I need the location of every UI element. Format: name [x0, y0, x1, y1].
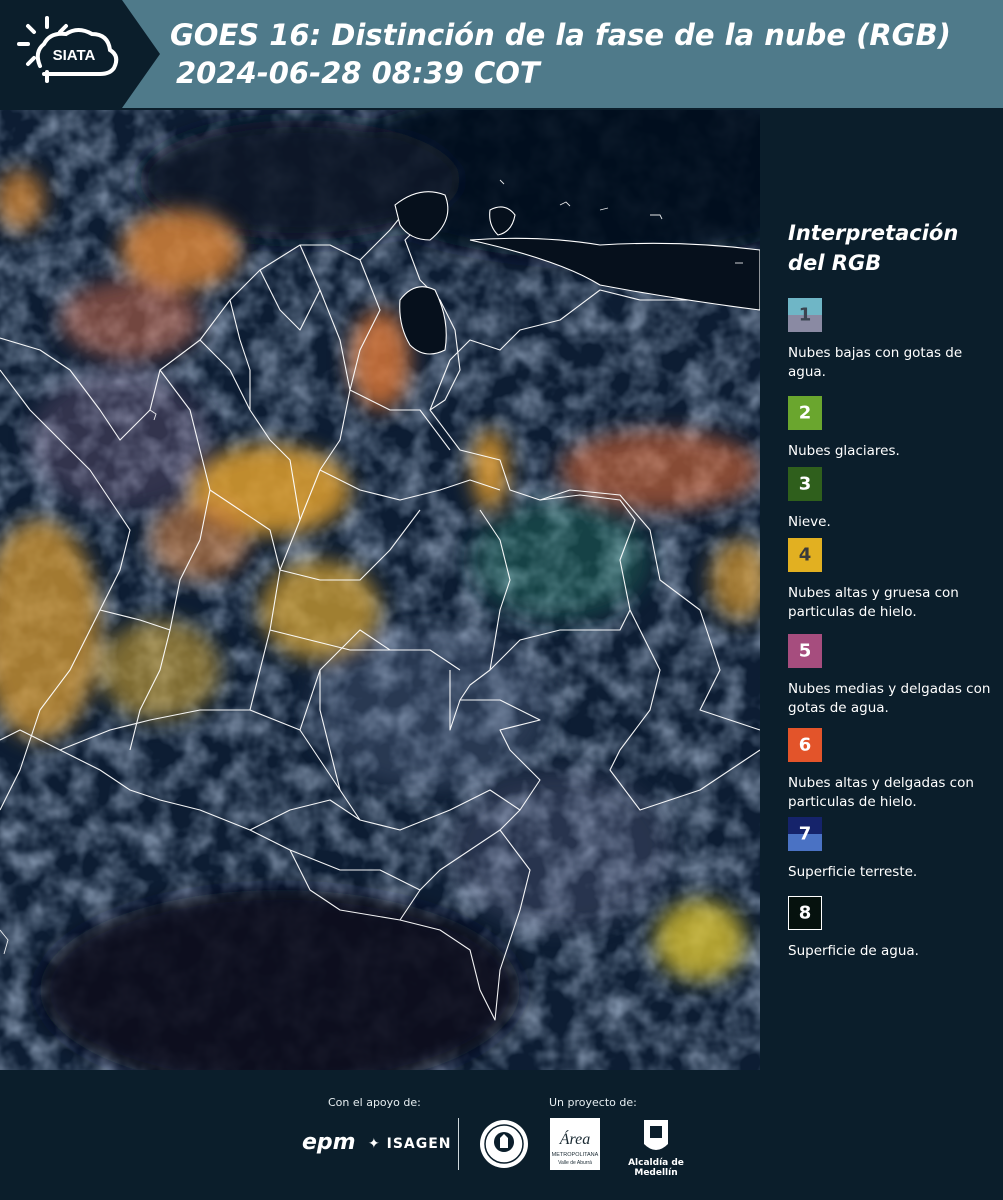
isagen-text: ISAGEN: [386, 1136, 452, 1152]
legend-item-4: 4 Nubes altas y gruesa con particulas de…: [788, 538, 998, 622]
legend-swatch-8: 8: [788, 896, 822, 930]
alcaldia-text: Alcaldía de Medellín: [628, 1158, 684, 1178]
title-line-1: GOES 16: Distinción de la fase de la nub…: [170, 18, 951, 52]
legend-swatch-4: 4: [788, 538, 822, 572]
legend-number-6: 6: [798, 734, 812, 756]
legend-desc-7: Superficie terreste.: [788, 864, 918, 880]
legend-swatch-7: 7: [788, 817, 822, 851]
title-line-2: 2024-06-28 08:39 COT: [176, 56, 540, 90]
legend-desc-1: Nubes bajas con gotas de agua.: [788, 345, 963, 380]
legend-number-5: 5: [798, 640, 812, 662]
legend-number-8: 8: [798, 902, 812, 924]
legend-swatch-5: 5: [788, 634, 822, 668]
area-metropolitana-logo: Área METROPOLITANA Valle de Aburrá: [550, 1118, 600, 1170]
header-bar: SIATA GOES 16: Distinción de la fase de …: [0, 0, 1003, 108]
legend-swatch-1: 1: [788, 298, 822, 332]
siata-logo: SIATA: [17, 16, 119, 83]
area-logo-subtext: METROPOLITANA: [552, 1152, 599, 1158]
legend-item-5: 5 Nubes medias y delgadas con gotas de a…: [788, 634, 998, 718]
legend-desc-5: Nubes medias y delgadas con gotas de agu…: [788, 681, 991, 716]
legend-number-1: 1: [798, 304, 812, 326]
support-label: Con el apoyo de:: [328, 1096, 421, 1109]
epm-logo: epm: [302, 1130, 356, 1155]
legend-title: Interpretación del RGB: [788, 221, 959, 275]
legend-desc-4: Nubes altas y gruesa con particulas de h…: [788, 585, 959, 620]
legend-item-2: 2 Nubes glaciares.: [788, 396, 998, 461]
legend-number-7: 7: [798, 823, 812, 845]
legend-item-6: 6 Nubes altas y delgadas con particulas …: [788, 728, 998, 812]
legend-swatch-6: 6: [788, 728, 822, 762]
footer: Con el apoyo de: Un proyecto de: epm ✦ I…: [0, 1070, 1003, 1200]
logo-panel: SIATA: [0, 0, 160, 108]
legend-desc-8: Superficie de agua.: [788, 943, 919, 959]
university-seal-icon: [480, 1120, 528, 1168]
legend-desc-2: Nubes glaciares.: [788, 443, 900, 459]
legend-number-2: 2: [798, 402, 812, 424]
legend-swatch-3: 3: [788, 467, 822, 501]
legend-panel: Interpretación del RGB 1 Nubes bajas con…: [760, 110, 1003, 1070]
alcaldia-logo: Alcaldía de Medellín: [612, 1118, 700, 1178]
legend-item-1: 1 Nubes bajas con gotas de agua.: [788, 298, 998, 382]
footer-divider: [458, 1118, 459, 1170]
logo-text: SIATA: [53, 47, 96, 64]
satellite-image: [0, 110, 760, 1070]
project-label: Un proyecto de:: [549, 1096, 637, 1109]
legend-number-3: 3: [798, 473, 812, 495]
medellin-shield-icon: [644, 1120, 668, 1150]
legend-number-4: 4: [798, 544, 812, 566]
legend-desc-6: Nubes altas y delgadas con particulas de…: [788, 775, 974, 810]
legend-swatch-2: 2: [788, 396, 822, 430]
legend-item-8: 8 Superficie de agua.: [788, 896, 998, 961]
legend-item-3: 3 Nieve.: [788, 467, 998, 532]
legend-desc-3: Nieve.: [788, 514, 831, 530]
satellite-map: [0, 110, 760, 1070]
area-logo-text: Área: [559, 1129, 591, 1148]
isagen-logo: ✦ ISAGEN: [368, 1136, 452, 1152]
page-title: GOES 16: Distinción de la fase de la nub…: [170, 16, 951, 92]
legend-item-7: 7 Superficie terreste.: [788, 817, 998, 882]
area-logo-subtext-2: Valle de Aburrá: [558, 1160, 592, 1166]
isagen-mark-icon: ✦: [368, 1136, 381, 1152]
